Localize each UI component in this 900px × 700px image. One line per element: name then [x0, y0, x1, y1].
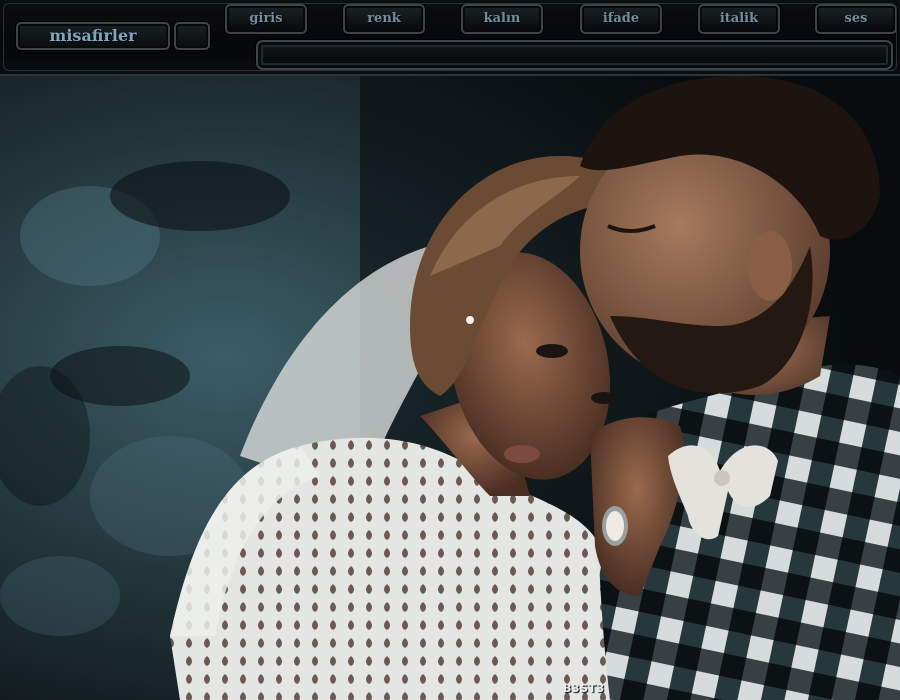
- signature-watermark: B3ST3: [563, 682, 605, 695]
- nickname-box[interactable]: misafirler: [16, 22, 170, 50]
- italik-button[interactable]: italik: [698, 4, 780, 34]
- nickname-color-box[interactable]: [174, 22, 210, 50]
- ses-button[interactable]: ses: [815, 4, 897, 34]
- chat-toolbar: misafirler giris renk kalın ifade italik…: [0, 0, 900, 76]
- giris-button[interactable]: giris: [225, 4, 307, 34]
- message-input[interactable]: [256, 40, 893, 70]
- couple-photo-image: [0, 76, 900, 700]
- kalin-button[interactable]: kalın: [461, 4, 543, 34]
- background-photo: B3ST3: [0, 76, 900, 700]
- renk-button[interactable]: renk: [343, 4, 425, 34]
- ifade-button[interactable]: ifade: [580, 4, 662, 34]
